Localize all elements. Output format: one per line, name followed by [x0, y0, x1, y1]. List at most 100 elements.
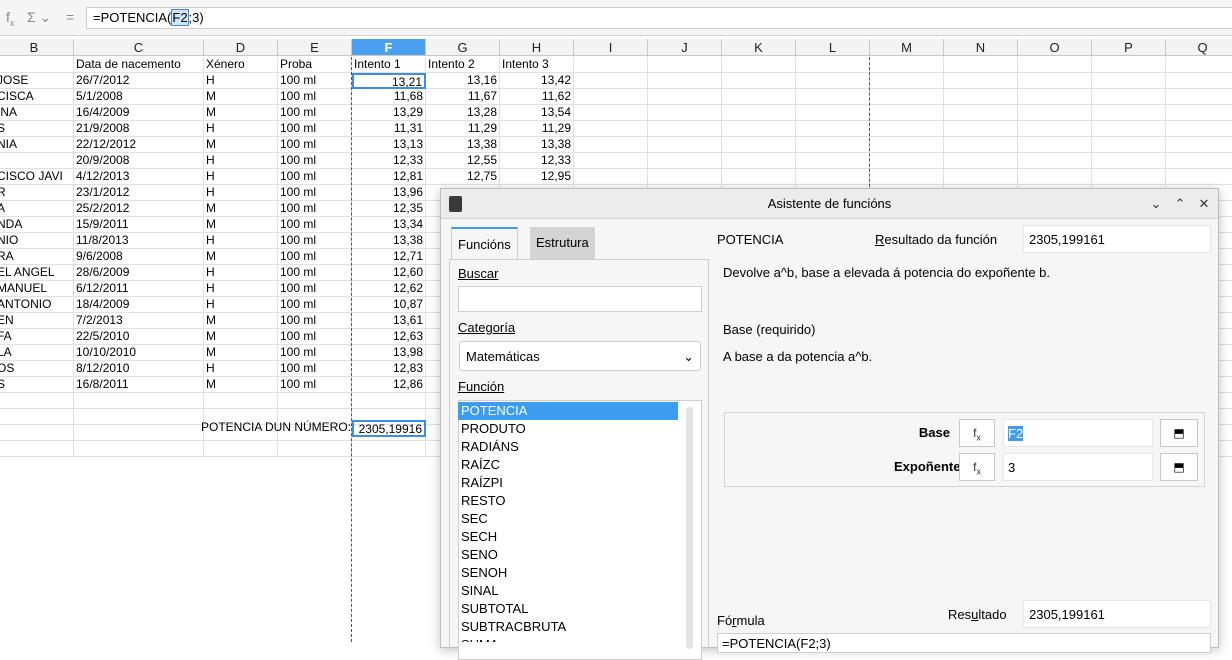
active-cell[interactable]: 13,21 [352, 73, 426, 89]
grid-cell[interactable]: Xénero [204, 57, 278, 73]
grid-cell[interactable] [796, 121, 870, 137]
grid-cell[interactable]: 20/9/2008 [74, 153, 204, 169]
function-list-item[interactable]: SUBTRACBRUTA [458, 618, 678, 636]
grid-cell[interactable]: 100 ml [278, 361, 352, 377]
grid-cell[interactable] [1092, 153, 1166, 169]
grid-cell[interactable] [796, 153, 870, 169]
grid-cell[interactable]: 12,75 [426, 169, 500, 185]
exponent-shrink-button[interactable]: ⬒ [1160, 453, 1198, 481]
grid-cell[interactable]: 13,29 [352, 105, 426, 121]
column-header-p[interactable]: P [1092, 39, 1166, 56]
grid-cell[interactable] [1018, 105, 1092, 121]
grid-cell[interactable] [1166, 89, 1232, 105]
grid-cell[interactable]: 100 ml [278, 105, 352, 121]
grid-cell[interactable] [944, 169, 1018, 185]
grid-cell[interactable] [1092, 105, 1166, 121]
grid-cell[interactable] [796, 169, 870, 185]
grid-cell[interactable] [1018, 169, 1092, 185]
sum-icon[interactable]: Σ ⌄ [27, 9, 51, 26]
grid-cell[interactable] [352, 393, 426, 409]
grid-cell[interactable] [648, 105, 722, 121]
grid-cell[interactable]: EL ANGEL [0, 265, 74, 281]
column-header-m[interactable]: M [870, 39, 944, 56]
tab-functions[interactable]: Funcións [451, 227, 518, 259]
grid-cell[interactable]: 12,63 [352, 329, 426, 345]
grid-cell[interactable]: Data de nacemento [74, 57, 204, 73]
column-header-o[interactable]: O [1018, 39, 1092, 56]
search-input[interactable] [458, 286, 702, 312]
function-list-item[interactable]: SENO [458, 546, 678, 564]
function-list-item[interactable]: RAÍZC [458, 456, 678, 474]
fx-icon[interactable]: fx [6, 9, 14, 28]
grid-cell[interactable]: 7/2/2013 [74, 313, 204, 329]
grid-cell[interactable] [1166, 105, 1232, 121]
grid-cell[interactable] [1018, 121, 1092, 137]
grid-cell[interactable] [722, 89, 796, 105]
grid-cell[interactable] [1166, 137, 1232, 153]
grid-cell[interactable]: 13,54 [500, 105, 574, 121]
grid-cell[interactable] [648, 89, 722, 105]
grid-cell[interactable] [1092, 137, 1166, 153]
grid-cell[interactable]: M [204, 105, 278, 121]
grid-cell[interactable]: 9/6/2008 [74, 249, 204, 265]
grid-cell[interactable]: S [0, 377, 74, 393]
grid-cell[interactable] [796, 89, 870, 105]
grid-cell[interactable] [722, 137, 796, 153]
grid-cell[interactable]: 100 ml [278, 217, 352, 233]
column-header-h[interactable]: H [500, 39, 574, 56]
grid-cell[interactable]: EN [0, 313, 74, 329]
grid-cell[interactable]: H [204, 73, 278, 89]
grid-cell[interactable]: 12,83 [352, 361, 426, 377]
grid-cell[interactable]: 5/1/2008 [74, 89, 204, 105]
function-list-item[interactable]: POTENCIA [458, 402, 678, 420]
grid-cell[interactable] [870, 153, 944, 169]
grid-cell[interactable] [352, 441, 426, 457]
grid-cell[interactable]: 16/8/2011 [74, 377, 204, 393]
grid-cell[interactable] [1166, 121, 1232, 137]
base-fx-button[interactable]: fx [959, 419, 995, 447]
column-header-b[interactable]: B [0, 39, 74, 56]
grid-cell[interactable] [1092, 57, 1166, 73]
grid-cell[interactable]: 22/5/2010 [74, 329, 204, 345]
function-list-item[interactable]: RESTO [458, 492, 678, 510]
grid-cell[interactable]: 100 ml [278, 121, 352, 137]
grid-cell[interactable] [944, 153, 1018, 169]
grid-cell[interactable]: 15/9/2011 [74, 217, 204, 233]
grid-cell[interactable]: 100 ml [278, 249, 352, 265]
grid-cell[interactable]: 100 ml [278, 201, 352, 217]
grid-cell[interactable]: H [204, 121, 278, 137]
base-input[interactable]: F2 [1003, 419, 1153, 447]
grid-cell[interactable]: 4/12/2013 [74, 169, 204, 185]
grid-cell[interactable] [74, 393, 204, 409]
grid-cell[interactable]: 100 ml [278, 265, 352, 281]
grid-cell[interactable]: H [204, 265, 278, 281]
grid-cell[interactable]: 13,38 [500, 137, 574, 153]
grid-cell[interactable]: 100 ml [278, 297, 352, 313]
grid-cell[interactable]: H [204, 361, 278, 377]
grid-cell[interactable] [74, 425, 204, 441]
grid-cell[interactable]: M [204, 137, 278, 153]
grid-cell[interactable]: 12,71 [352, 249, 426, 265]
function-list-item[interactable]: PRODUTO [458, 420, 678, 438]
grid-cell[interactable]: JOSE [0, 73, 74, 89]
grid-cell[interactable] [648, 57, 722, 73]
grid-cell[interactable] [944, 57, 1018, 73]
grid-cell[interactable] [574, 153, 648, 169]
grid-cell[interactable] [1092, 73, 1166, 89]
grid-cell[interactable]: CISCA [0, 89, 74, 105]
grid-cell[interactable]: 100 ml [278, 377, 352, 393]
column-header-l[interactable]: L [796, 39, 870, 56]
grid-cell[interactable]: Intento 1 [352, 57, 426, 73]
grid-cell[interactable]: A [0, 201, 74, 217]
function-list-item[interactable]: SEC [458, 510, 678, 528]
grid-cell[interactable]: 13,38 [426, 137, 500, 153]
grid-cell[interactable]: OS [0, 361, 74, 377]
column-header-j[interactable]: J [648, 39, 722, 56]
function-list-item[interactable]: SINAL [458, 582, 678, 600]
grid-cell[interactable]: 11,29 [426, 121, 500, 137]
grid-cell[interactable] [1166, 73, 1232, 89]
grid-cell[interactable]: M [204, 329, 278, 345]
grid-cell[interactable] [0, 425, 74, 441]
grid-cell[interactable]: INA [0, 105, 74, 121]
grid-cell[interactable]: S [0, 121, 74, 137]
